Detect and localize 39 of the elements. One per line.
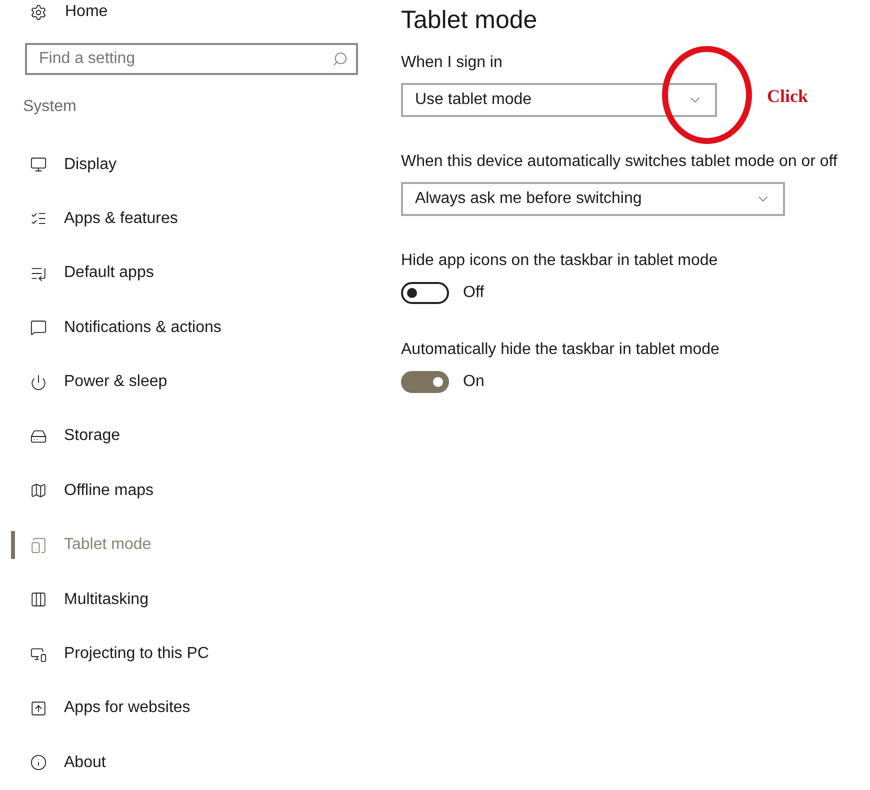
sidebar-item[interactable]: About (25, 736, 370, 790)
setting-label: When this device automatically switches tablet mode on or off (401, 153, 838, 172)
search-icon (332, 51, 348, 68)
map-icon (30, 482, 47, 500)
sidebar-item[interactable]: Default apps (25, 246, 370, 300)
sidebar-item[interactable]: Multitasking (25, 572, 370, 627)
sidebar-item[interactable]: Tablet mode (25, 518, 370, 572)
page-title: Tablet mode (401, 6, 538, 36)
setting-label: When I sign in (401, 54, 504, 73)
dropdown[interactable]: Always ask me before switching (401, 182, 785, 216)
annotation-label: Click (767, 86, 808, 107)
sidebar-item[interactable]: Projecting to this PC (25, 626, 370, 682)
power-icon (30, 374, 47, 391)
sidebar-item[interactable]: Apps & features (25, 192, 370, 246)
monitor-icon (30, 156, 47, 173)
toggle-state: Off (463, 284, 484, 302)
search-field[interactable]: Find a setting (25, 43, 358, 76)
drive-icon (30, 428, 47, 445)
window-icon (30, 591, 47, 608)
home-link[interactable]: Home (65, 3, 108, 22)
dropdown[interactable]: Use tablet mode (401, 83, 717, 117)
section-heading: System (23, 98, 78, 116)
setting-label: Automatically hide the taskbar in tablet mode (401, 341, 720, 360)
toggle-switch[interactable] (401, 282, 449, 304)
sidebar-item[interactable]: Display (25, 137, 370, 192)
selection-bar (11, 531, 15, 560)
sidebar-item[interactable]: Notifications & actions (25, 300, 370, 355)
setting-label: Hide app icons on the taskbar in tablet mode (401, 252, 719, 271)
settings-icon (30, 4, 47, 21)
info-icon (30, 754, 47, 772)
sidebar-item[interactable]: Offline maps (25, 464, 370, 518)
screens-icon (30, 646, 47, 663)
toggle-state: On (463, 373, 484, 391)
sidebar-item[interactable]: Apps for websites (25, 681, 370, 736)
sidebar-item[interactable]: Power & sleep (25, 354, 370, 410)
sidebar-item[interactable]: Storage (25, 409, 370, 464)
speech-bubble-icon (30, 319, 47, 336)
toggle-switch[interactable] (401, 371, 449, 393)
tablet-icon (30, 536, 47, 554)
